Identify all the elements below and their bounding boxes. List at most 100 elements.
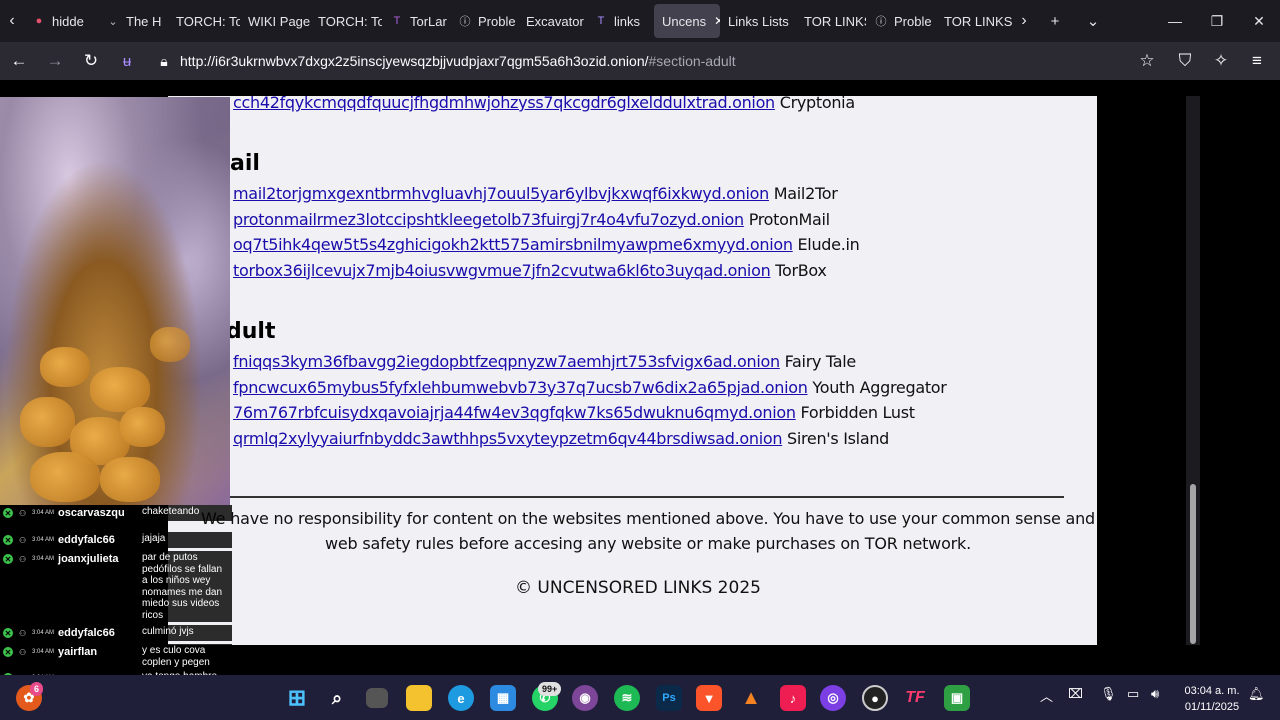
tiktok-icon[interactable]: ♪ bbox=[780, 685, 806, 711]
chat-time: 3:04 AM bbox=[32, 556, 55, 562]
onion-link[interactable]: fniqqs3kym36fbavgg2iegdopbtfzeqpnyzw7aem… bbox=[233, 352, 780, 371]
tor-browser-icon[interactable]: ◉ bbox=[572, 685, 598, 711]
onion-link[interactable]: 76m767rbfcuisydxqavoiajrja44fw4ev3qgfqkw… bbox=[233, 403, 796, 422]
close-window-button[interactable]: ✕ bbox=[1238, 0, 1280, 42]
chat-meta: ✕ ⚇ 3:04 AMoscarvaszqu bbox=[0, 505, 140, 521]
tab-scroll-right-button[interactable]: › bbox=[1012, 0, 1036, 42]
chip-shape bbox=[100, 457, 160, 502]
chat-meta: ✕ ⚇ 3:04 AM joanxjulieta bbox=[0, 551, 140, 567]
back-button[interactable]: ← bbox=[2, 44, 36, 78]
tab-label: Uncens bbox=[662, 13, 707, 29]
edge-icon[interactable]: e bbox=[448, 685, 474, 711]
tab-8[interactable]: Tlinks bbox=[586, 4, 654, 38]
chip-shape bbox=[40, 347, 90, 387]
chat-text: chaketeando bbox=[140, 505, 232, 521]
chat-overlay: ✕ ⚇ 3:04 AM oscarvaszqu chaketeando ✕ ⚇ 3:04 AM… bbox=[0, 505, 232, 686]
tab-7[interactable]: Excavator bbox=[518, 4, 586, 38]
link-row: fniqqs3kym36fbavgg2iegdopbtfzeqpnyzw7aem… bbox=[233, 352, 856, 371]
info-icon: ⓘ bbox=[459, 16, 471, 28]
chat-message: ✕ ⚇ 3:04 AM eddyfalc66 jajaja bbox=[0, 532, 232, 548]
chat-message: ✕ ⚇ 3:04 AM oscarvaszqu chaketeando bbox=[0, 505, 232, 521]
onion-link[interactable]: torbox36ijlcevujx7mjb4oiusvwgvmue7jfn2cv… bbox=[233, 261, 771, 280]
onion-link[interactable]: mail2torjgmxgexntbrmhvgluavhj7ouul5yar6y… bbox=[233, 184, 769, 203]
menu-icon[interactable]: ≡ bbox=[1240, 44, 1274, 78]
tab-5[interactable]: T TorLar bbox=[382, 4, 450, 38]
tab-11[interactable]: TOR LINKS bbox=[796, 4, 866, 38]
brave-icon[interactable]: ▼ bbox=[696, 685, 722, 711]
scrollbar[interactable] bbox=[1186, 96, 1200, 645]
spotify-icon[interactable]: ≋ bbox=[614, 685, 640, 711]
obs-icon[interactable]: ● bbox=[862, 685, 888, 711]
url-bar[interactable]: 🔒︎ http://i6r3ukrnwbvx7dxgx2z5inscjyewsq… bbox=[150, 45, 1122, 77]
new-identity-icon[interactable]: ✧ bbox=[1204, 44, 1238, 78]
tab-bar: ‹ ● hidde ⌄ The H TORCH: To WIKI Page TORCH: T… bbox=[0, 0, 1280, 42]
onion-link[interactable]: cch42fqykcmqqdfquucjfhgdmhwjohzyss7qkcgd… bbox=[233, 96, 775, 112]
tab-9[interactable]: Uncens ✕ bbox=[654, 4, 720, 38]
tab-1[interactable]: ⌄ The H bbox=[98, 4, 168, 38]
network-off-icon[interactable]: ⌧ bbox=[1068, 686, 1083, 702]
chat-username: yairflan bbox=[58, 646, 98, 658]
tab-label: TorLar bbox=[410, 13, 447, 29]
chat-text: jajaja bbox=[140, 532, 232, 548]
onion-link[interactable]: fpncwcux65mybus5fyfxlehbumwebvb73y37q7uc… bbox=[233, 378, 808, 397]
onion-link[interactable]: protonmailrmez3lotccipshtkleegetolb73fui… bbox=[233, 210, 744, 229]
onion-link[interactable]: oq7t5ihk4qew5t5s4zghicigokh2ktt575amirsb… bbox=[233, 235, 793, 254]
taskbar-clock[interactable]: 03:04 a. m. 01/11/2025 bbox=[1180, 683, 1244, 715]
link-row: oq7t5ihk4qew5t5s4zghicigokh2ktt575amirsb… bbox=[233, 235, 860, 254]
tab-scroll-left-button[interactable]: ‹ bbox=[0, 0, 24, 42]
display-icon[interactable]: ▭ bbox=[1127, 686, 1139, 702]
onion-link[interactable]: qrmlq2xylyyaiurfnbyddc3awthhps5vxyteypze… bbox=[233, 429, 782, 448]
chat-username: oscarvaszqu bbox=[58, 507, 125, 519]
chip-shape bbox=[120, 407, 165, 447]
t-icon: T bbox=[393, 15, 401, 27]
windows-start-icon[interactable]: ⊞ bbox=[284, 685, 310, 711]
microphone-icon[interactable]: 🎙︎ bbox=[1100, 686, 1117, 702]
store-icon[interactable]: ▦ bbox=[490, 685, 516, 711]
section-heading-mail: ail bbox=[230, 151, 260, 176]
tor-circuit-icon[interactable]: ʉ bbox=[110, 44, 144, 78]
maximize-button[interactable]: ❐ bbox=[1196, 0, 1238, 42]
chat-meta: ✕ ⚇ 3:04 AM eddyfalc66 bbox=[0, 532, 140, 548]
tab-label: TOR LINKS bbox=[804, 13, 866, 29]
photoshop-icon[interactable]: Ps bbox=[656, 685, 682, 711]
disclaimer-text: We have no responsibility for content on… bbox=[201, 509, 1095, 553]
game-app-icon[interactable]: ▣ bbox=[944, 685, 970, 711]
taskbar bbox=[0, 675, 1280, 720]
site-name: Elude.in bbox=[797, 235, 860, 254]
tab-list-chevron-down-icon[interactable]: ⌄ bbox=[1074, 0, 1112, 42]
chat-text: culminó jvjs bbox=[140, 625, 232, 641]
tab-12[interactable]: ⓘ Proble bbox=[866, 4, 936, 38]
tab-3[interactable]: WIKI Page bbox=[240, 4, 310, 38]
tray-chevron-up-icon[interactable]: ︿ bbox=[1040, 686, 1053, 705]
security-shield-icon[interactable]: ⛉ bbox=[1168, 44, 1202, 78]
scrollbar-thumb[interactable] bbox=[1190, 484, 1196, 644]
site-name: TorBox bbox=[775, 260, 827, 280]
tab-2[interactable]: TORCH: To bbox=[168, 4, 240, 38]
tf-app-icon[interactable]: TF bbox=[902, 685, 928, 711]
tab-label: Proble bbox=[894, 13, 932, 29]
task-view-icon[interactable] bbox=[366, 688, 388, 708]
tab-0[interactable]: ● hidde bbox=[24, 4, 98, 38]
minimize-button[interactable]: — bbox=[1154, 0, 1196, 42]
volume-icon[interactable]: 🔊︎ bbox=[1151, 686, 1159, 702]
vlc-icon[interactable]: ▲ bbox=[738, 685, 764, 711]
reload-button[interactable]: ↻ bbox=[74, 44, 108, 78]
tab-10[interactable]: Links Lists bbox=[720, 4, 796, 38]
chat-text: par de putos pedófilos se fallan a los n… bbox=[140, 551, 232, 622]
notifications-bell-icon[interactable]: 🔔︎ bbox=[1248, 686, 1265, 702]
site-name: Mail2Tor bbox=[773, 184, 838, 203]
tab-6[interactable]: ⓘ Proble bbox=[450, 4, 518, 38]
tab-label: TORCH: To bbox=[176, 13, 240, 29]
tab-13[interactable]: TOR LINKS bbox=[936, 4, 1012, 38]
podcast-app-icon[interactable]: ◎ bbox=[820, 685, 846, 711]
search-icon[interactable]: ⌕ bbox=[324, 685, 350, 711]
lock-icon[interactable]: 🔒︎ bbox=[156, 53, 172, 70]
chip-shape bbox=[150, 327, 190, 362]
forward-button[interactable]: → bbox=[38, 44, 72, 78]
tab-4[interactable]: TORCH: To bbox=[310, 4, 382, 38]
file-explorer-icon[interactable] bbox=[406, 685, 432, 711]
site-name: Siren's Island bbox=[786, 428, 890, 448]
tab-label: The H bbox=[126, 13, 162, 29]
bookmark-star-icon[interactable]: ☆ bbox=[1130, 44, 1164, 78]
new-tab-button[interactable]: + bbox=[1036, 0, 1074, 42]
